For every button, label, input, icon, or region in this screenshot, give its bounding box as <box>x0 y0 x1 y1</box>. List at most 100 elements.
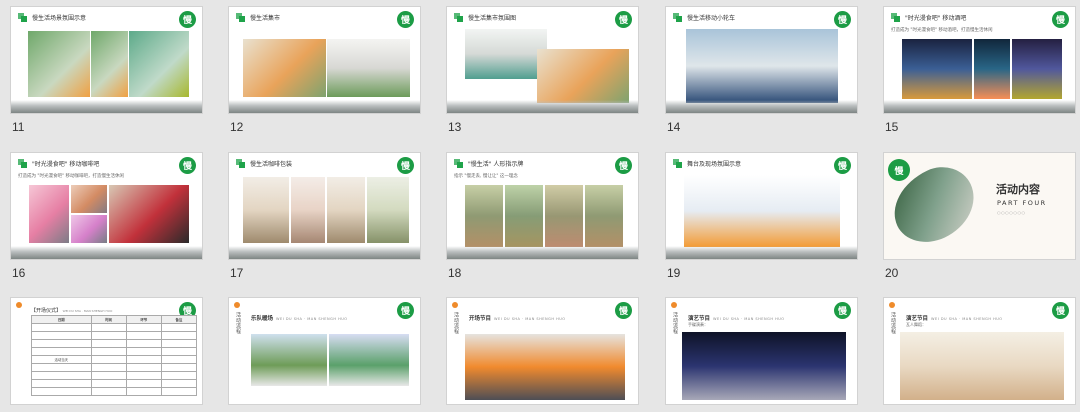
table-cell <box>160 331 198 340</box>
slide-16[interactable]: "时光漫食吧" 移动咖啡吧 打造成为 "时光漫食吧" 移动咖啡吧，打造慢生活休闲… <box>10 152 203 280</box>
mist-decoration <box>447 246 638 259</box>
mist-decoration <box>11 246 202 259</box>
brand-logo: 慢 <box>615 11 632 28</box>
slide-subtitle: 打造成为 "时光漫食吧" 移动酒吧，打造慢生活休闲 <box>891 28 993 33</box>
table-row <box>31 387 198 396</box>
table-cell <box>125 323 162 332</box>
table-cell <box>31 339 92 348</box>
slide-thumbnail[interactable]: 慢生活集市 慢 <box>228 6 421 114</box>
table-cell <box>125 363 162 372</box>
slide-number: 17 <box>230 266 244 280</box>
photo <box>585 185 623 247</box>
slide-13[interactable]: 慢生活集市氛围图 慢 13 <box>446 6 639 134</box>
photo <box>505 185 543 247</box>
slide-22[interactable]: 活动流程 乐队暖场 WEI DU SHA · MAN SHENGH HUO 慢 <box>228 297 421 405</box>
part-dots: ○○○○○○○ <box>997 210 1026 215</box>
slide-24[interactable]: 活动流程 演艺节目 WEI DU SHA · MAN SHENGH HUO 手碟演… <box>665 297 858 405</box>
slide-number: 12 <box>230 120 244 134</box>
slide-thumbnail[interactable]: 活动流程 演艺节目 WEI DU SHA · MAN SHENGH HUO 瓦人舞… <box>883 297 1076 405</box>
slide-title: "慢生活" 人形指示牌 <box>468 161 524 168</box>
brand-logo: 慢 <box>179 157 196 174</box>
slide-thumbnail[interactable]: 活动流程 演艺节目 WEI DU SHA · MAN SHENGH HUO 手碟演… <box>665 297 858 405</box>
slide-thumbnail[interactable]: 舞台及现场氛围示意 慢 <box>665 152 858 260</box>
slide-thumbnail[interactable]: "时光漫食吧" 移动酒吧 打造成为 "时光漫食吧" 移动酒吧，打造慢生活休闲 慢 <box>883 6 1076 114</box>
table-cell <box>90 387 127 396</box>
slide-number: 15 <box>885 120 899 134</box>
photo <box>29 185 69 243</box>
section-dot-icon <box>16 302 22 308</box>
slide-title: "时光漫食吧" 移动酒吧 <box>905 15 967 22</box>
table-header: 日期 <box>31 315 92 324</box>
brand-logo: 慢 <box>615 302 632 319</box>
section-subtitle: 瓦人舞蹈： <box>906 322 926 327</box>
table-cell <box>90 355 127 364</box>
table-cell <box>31 331 92 340</box>
table-cell <box>90 339 127 348</box>
slide-title: 慢生活集市氛围图 <box>468 15 517 22</box>
slide-19[interactable]: 舞台及现场氛围示意 慢 19 <box>665 152 858 280</box>
slide-18[interactable]: "慢生活" 人形指示牌 指示 "慢走丢, 慢让让" 这一理念 慢 18 <box>446 152 639 280</box>
table-cell <box>160 339 198 348</box>
mist-decoration <box>666 246 857 259</box>
table-cell <box>31 363 92 372</box>
slide-subtitle: 指示 "慢走丢, 慢让让" 这一理念 <box>454 174 518 179</box>
table-row <box>31 363 198 372</box>
photo <box>465 334 625 400</box>
slide-17[interactable]: 慢生活咖啡包装 慢 17 <box>228 152 421 280</box>
section-title: 乐队暖场 WEI DU SHA · MAN SHENGH HUO <box>251 316 348 322</box>
slide-thumbnail[interactable]: "时光漫食吧" 移动咖啡吧 打造成为 "时光漫食吧" 移动咖啡吧，打造慢生活休闲… <box>10 152 203 260</box>
section-dot-icon <box>889 302 895 308</box>
table-cell <box>160 387 198 396</box>
brand-logo: 慢 <box>1052 11 1069 28</box>
slide-thumbnail[interactable]: "慢生活" 人形指示牌 指示 "慢走丢, 慢让让" 这一理念 慢 <box>446 152 639 260</box>
section-marker-icon <box>673 159 682 168</box>
section-dot-icon <box>234 302 240 308</box>
table-cell <box>90 371 127 380</box>
table-header: 时间 <box>90 315 127 324</box>
section-subtitle: 手碟演奏： <box>688 322 708 327</box>
table-header: 备注 <box>160 315 198 324</box>
brand-logo: 慢 <box>888 159 910 181</box>
photo <box>367 177 409 243</box>
slide-title: 舞台及现场氛围示意 <box>687 161 742 168</box>
slide-14[interactable]: 慢生活移动小轮车 慢 14 <box>665 6 858 134</box>
mist-decoration <box>447 100 638 113</box>
slide-thumbnail[interactable]: 慢 活动内容 PART FOUR ○○○○○○○ <box>883 152 1076 260</box>
slide-25[interactable]: 活动流程 演艺节目 WEI DU SHA · MAN SHENGH HUO 瓦人舞… <box>883 297 1076 405</box>
table-cell <box>90 379 127 388</box>
slide-20[interactable]: 慢 活动内容 PART FOUR ○○○○○○○ 20 <box>883 152 1076 280</box>
photo <box>243 39 326 97</box>
table-row <box>31 339 198 348</box>
slide-12[interactable]: 慢生活集市 慢 12 <box>228 6 421 134</box>
slide-thumbnail[interactable]: 活动流程 乐队暖场 WEI DU SHA · MAN SHENGH HUO 慢 <box>228 297 421 405</box>
table-row: 活动当天 <box>31 355 198 364</box>
slide-number: 16 <box>12 266 26 280</box>
table-cell <box>160 355 198 364</box>
table-row <box>31 323 198 332</box>
slide-thumbnail[interactable]: 慢生活移动小轮车 慢 <box>665 6 858 114</box>
slide-thumbnail[interactable]: 慢生活咖啡包装 慢 <box>228 152 421 260</box>
slide-thumbnail[interactable]: 慢生活场景氛围示意 慢 <box>10 6 203 114</box>
vertical-label: 活动流程 <box>890 312 896 334</box>
brand-logo: 慢 <box>397 11 414 28</box>
section-marker-icon <box>673 13 682 22</box>
brand-logo: 慢 <box>1052 302 1069 319</box>
brand-logo: 慢 <box>397 302 414 319</box>
slide-15[interactable]: "时光漫食吧" 移动酒吧 打造成为 "时光漫食吧" 移动酒吧，打造慢生活休闲 慢… <box>883 6 1076 134</box>
table-cell <box>31 323 92 332</box>
slide-number: 14 <box>667 120 681 134</box>
brand-logo: 慢 <box>834 302 851 319</box>
slide-thumbnail[interactable]: 慢生活集市氛围图 慢 <box>446 6 639 114</box>
slide-title: 慢生活场景氛围示意 <box>32 15 87 22</box>
slide-11[interactable]: 慢生活场景氛围示意 慢 11 <box>10 6 203 134</box>
table-cell <box>31 387 92 396</box>
slide-23[interactable]: 活动流程 开场节目 WEI DU SHA · MAN SHENGH HUO 慢 <box>446 297 639 405</box>
vertical-label: 活动流程 <box>453 312 459 334</box>
slide-thumbnail[interactable]: 活动流程 开场节目 WEI DU SHA · MAN SHENGH HUO 慢 <box>446 297 639 405</box>
slide-21[interactable]: 【开场仪式】 WEI DU SHA · MAN SHENGH HUO 慢 日期 … <box>10 297 203 405</box>
photo <box>291 177 325 243</box>
part-title: 活动内容 <box>996 183 1040 196</box>
slide-thumbnail[interactable]: 【开场仪式】 WEI DU SHA · MAN SHENGH HUO 慢 日期 … <box>10 297 203 405</box>
table-cell <box>160 323 198 332</box>
slide-number: 11 <box>12 120 25 134</box>
